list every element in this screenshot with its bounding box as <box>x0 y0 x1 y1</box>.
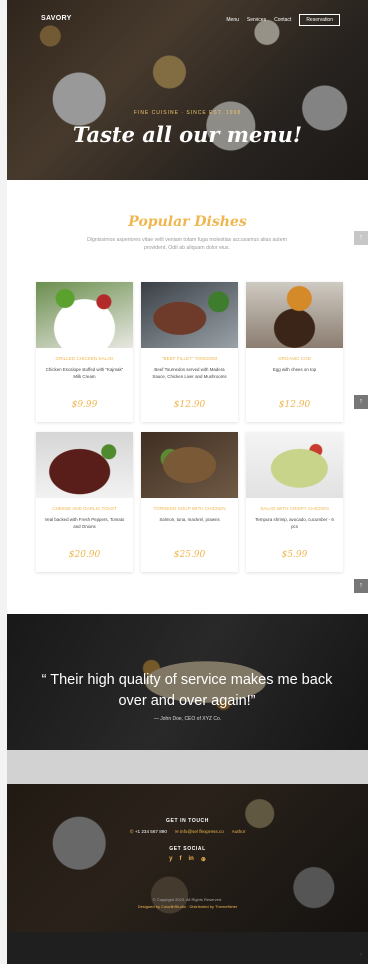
dish-price: $12.90 <box>278 400 311 410</box>
page: SAVORY Menu Services Contact Reservation… <box>7 0 368 964</box>
footer: GET IN TOUCH ✆ +1 234 567 890 ✉ info@sel… <box>7 784 368 932</box>
nav-contact[interactable]: Contact <box>274 17 291 23</box>
scroll-top-button[interactable]: ↑ <box>354 579 368 593</box>
dish-image <box>36 282 133 348</box>
get-in-touch-heading: GET IN TOUCH <box>166 818 209 824</box>
dish-description: Veal backed with Fresh Peppers, Tomato a… <box>44 517 125 529</box>
copyright-text: © Copyright 2023. All Rights Reserved. <box>152 897 223 902</box>
reservation-button[interactable]: Reservation <box>299 14 340 26</box>
popular-dishes-description: Dignissimos asperiores vitae velit venia… <box>87 237 287 251</box>
hero-section: SAVORY Menu Services Contact Reservation… <box>7 0 368 180</box>
brand-logo[interactable]: SAVORY <box>41 15 72 22</box>
dish-description: Chicken Escalope stuffed with "Kajmak" M… <box>45 367 124 379</box>
hero-subtitle: FINE CUISINE · SINCE EST. 1998 <box>133 110 242 116</box>
chevron-right-icon: › <box>360 952 362 958</box>
dish-image <box>36 432 133 498</box>
dish-card[interactable]: SALAD WITH CRISPY CHICKEN Tempura shrimp… <box>246 432 343 572</box>
credit-text: Designed by ColorlibStudio · Distributed… <box>137 904 238 909</box>
dish-price: $9.99 <box>71 400 98 410</box>
dish-name: ORGANIC COD <box>278 356 311 361</box>
hero-title: Taste all our menu! <box>72 122 303 147</box>
dish-name: "BEEF FILLET" TAKEDOM <box>161 356 218 361</box>
dish-card[interactable]: CHEESE AND GARLIC TOAST Veal backed with… <box>36 432 133 572</box>
social-links: y f in ⊕ <box>7 856 368 863</box>
dishes-grid: GRILLED CHICKEN SALAD Chicken Escalope s… <box>36 282 344 572</box>
nav-menu[interactable]: Menu <box>226 17 239 23</box>
scroll-top-button[interactable]: ↑ <box>354 395 368 409</box>
dish-name: GRILLED CHICKEN SALAD <box>55 356 114 361</box>
scroll-top-button[interactable]: ↑ <box>354 231 368 245</box>
dish-card[interactable]: ORGANIC COD Egg with chees on top $12.90 <box>246 282 343 422</box>
copyright-block: © Copyright 2023. All Rights Reserved. D… <box>7 896 368 910</box>
dish-description: Egg with chees on top <box>272 367 317 372</box>
dish-description: Beef Tournedos served with Madera Sauce,… <box>152 367 227 379</box>
dribbble-icon[interactable]: ⊕ <box>201 856 206 863</box>
dish-description: Salmon, tuna, mackrel, prawns <box>159 517 220 522</box>
nav-services[interactable]: Services <box>247 17 266 23</box>
email-contact[interactable]: ✉ info@sel flexpress.co <box>175 829 224 835</box>
dish-price: $5.99 <box>281 550 308 560</box>
testimonial-author: — John Doe, CEO of XYZ Co. <box>153 716 222 722</box>
testimonial-section: “ Their high quality of service makes me… <box>7 614 368 750</box>
linkedin-icon[interactable]: in <box>188 856 193 863</box>
phone-text: +1 234 567 890 <box>134 829 167 834</box>
contact-info: ✆ +1 234 567 890 ✉ info@sel flexpress.co… <box>7 829 368 835</box>
dish-card[interactable]: GRILLED CHICKEN SALAD Chicken Escalope s… <box>36 282 133 422</box>
envelope-icon: ✉ <box>174 829 179 834</box>
dish-card[interactable]: TORNEDO SOUP WITH CHICKEN Salmon, tuna, … <box>141 432 238 572</box>
top-nav: Menu Services Contact Reservation <box>226 14 340 26</box>
dish-name: TORNEDO SOUP WITH CHICKEN <box>153 506 226 511</box>
dish-name: CHEESE AND GARLIC TOAST <box>52 506 117 511</box>
facebook-icon[interactable]: f <box>179 856 181 863</box>
dish-card[interactable]: "BEEF FILLET" TAKEDOM Beef Tournedos ser… <box>141 282 238 422</box>
dish-image <box>246 432 343 498</box>
phone-contact[interactable]: ✆ +1 234 567 890 <box>130 829 167 835</box>
address-link[interactable]: Author <box>232 829 246 835</box>
bottom-bar: › <box>7 932 368 964</box>
dish-image <box>141 432 238 498</box>
dish-image <box>246 282 343 348</box>
get-social-heading: GET SOCIAL <box>169 846 206 852</box>
dish-price: $25.90 <box>173 550 206 560</box>
dish-name: SALAD WITH CRISPY CHICKEN <box>260 506 329 511</box>
twitter-icon[interactable]: y <box>169 856 172 863</box>
dish-price: $20.90 <box>68 550 101 560</box>
dish-image <box>141 282 238 348</box>
dish-price: $12.90 <box>173 400 206 410</box>
section-divider <box>7 750 368 784</box>
dish-description: Tempura shrimp, avocado, cucumber - 6 pc… <box>255 517 334 529</box>
testimonial-quote: “ Their high quality of service makes me… <box>41 672 333 709</box>
email-text: info@sel flexpress.co <box>180 829 224 834</box>
phone-icon: ✆ <box>129 829 134 834</box>
popular-dishes-title: Popular Dishes <box>128 214 247 230</box>
